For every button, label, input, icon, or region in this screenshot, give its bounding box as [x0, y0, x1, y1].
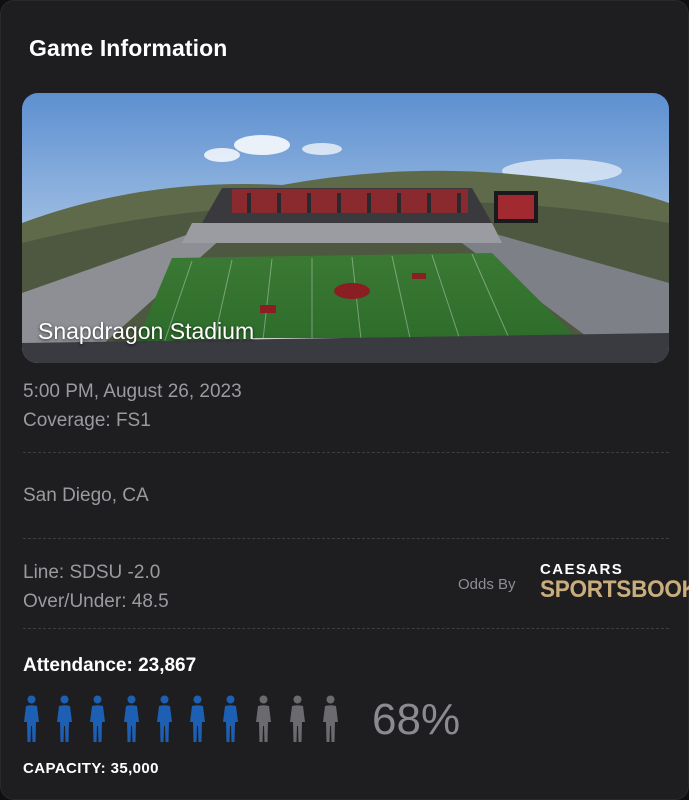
card-title: Game Information [29, 35, 228, 61]
person-icon [322, 695, 338, 742]
game-datetime: 5:00 PM, August 26, 2023 [23, 381, 242, 402]
person-icon [256, 695, 272, 742]
person-icon [90, 695, 106, 742]
attendance-people-icons [23, 695, 355, 743]
person-icon [223, 695, 239, 742]
divider [23, 628, 669, 629]
attendance-label: Attendance: 23,867 [23, 655, 197, 676]
betting-line: Line: SDSU -2.0 [23, 562, 161, 583]
person-icon [57, 695, 73, 742]
over-under: Over/Under: 48.5 [23, 591, 169, 612]
stadium-name: Snapdragon Stadium [38, 318, 255, 344]
person-icon [24, 695, 39, 742]
divider [23, 538, 669, 539]
divider [23, 452, 669, 453]
odds-by-label: Odds By [458, 576, 516, 593]
person-icon [156, 695, 172, 742]
capacity-label: CAPACITY: 35,000 [23, 760, 159, 777]
sportsbook-logo-bottom: SPORTSBOOK [540, 576, 689, 603]
stadium-photo: Snapdragon Stadium [22, 93, 669, 363]
attendance-percent: 68% [372, 695, 461, 744]
game-information-card: Game Information Snapdragon Stadium 5:00… [0, 0, 689, 800]
caesars-sportsbook-logo[interactable]: CAESARS SPORTSBOOK [540, 561, 689, 604]
person-icon [289, 695, 305, 742]
person-icon [123, 695, 139, 742]
person-icon [189, 695, 205, 742]
game-location: San Diego, CA [23, 485, 149, 506]
game-coverage: Coverage: FS1 [23, 410, 151, 431]
